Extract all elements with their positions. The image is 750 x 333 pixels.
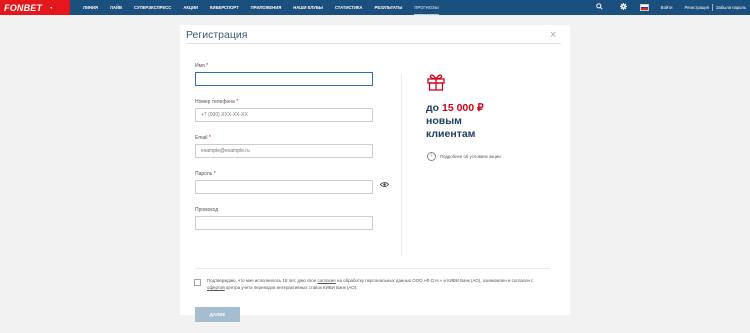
nav-item-live[interactable]: ЛАЙВ [110,0,122,15]
nav-item-promotions[interactable]: АКЦИИ [183,0,198,15]
required-mark: * [208,135,211,141]
register-link[interactable]: Регистрация [685,5,709,10]
show-password-icon[interactable] [379,181,390,190]
logo-text: FONBET [4,2,43,13]
name-label: Имя * [195,63,208,69]
nav-item-superexpress[interactable]: СУПЕРЭКСПРЕСС [134,0,171,15]
nav-item-statistics[interactable]: СТАТИСТИКА [335,0,363,15]
next-button[interactable]: ДАЛЕЕ [195,307,240,322]
nav-item-line[interactable]: ЛИНИЯ [83,0,98,15]
required-mark: * [206,63,209,69]
nav-item-esports[interactable]: КИБЕРСПОРТ [210,0,239,15]
consent-checkbox[interactable] [194,279,201,286]
nav-item-apps[interactable]: ПРИЛОЖЕНИЯ [251,0,282,15]
fonbet-logo[interactable]: FONBET ▾ [0,0,70,15]
forgot-password-link[interactable]: Забыли пароль [716,5,746,10]
promo-line-1: до 15 000 ₽ [426,102,484,115]
promocode-label: Промокод [195,207,218,213]
consent-link[interactable]: согласие [318,278,336,283]
form-divider [195,268,550,269]
promo-terms-text: Подробнее об условиях акции [440,154,501,159]
offer-link[interactable]: офертой [207,285,225,290]
promo-amount: 15 000 ₽ [442,102,484,114]
header-separator [712,4,713,11]
consent-text: Подтверждаю, что мне исполнилось 18 лет,… [207,277,547,291]
phone-label-text: Номер телефона [195,99,235,105]
vertical-divider [401,73,402,256]
chevron-down-icon: ▾ [50,5,53,10]
promo-line-3: клиентам [426,128,476,140]
search-icon[interactable] [594,3,606,12]
promo-terms-link[interactable]: i Подробнее об условиях акции [427,152,501,161]
consent-part-1: Подтверждаю, что мне исполнилось 18 лет,… [207,278,318,283]
required-mark: * [213,171,216,177]
password-label-text: Пароль [195,171,213,177]
password-label: Пароль * [195,171,216,177]
nav-item-clubs[interactable]: НАШИ КЛУБЫ [293,0,323,15]
promo-line-2: новым [426,115,462,127]
promo-text: до 15 000 ₽ новым клиентам [426,102,484,141]
email-label: Email * [195,135,211,141]
phone-label: Номер телефона * [195,99,238,105]
nav-item-predictions[interactable]: ПРОГНОЗЫ [414,0,439,15]
phone-field[interactable] [195,108,373,122]
gear-icon[interactable] [618,3,630,12]
email-field[interactable] [195,144,373,158]
name-label-text: Имя [195,63,205,69]
title-divider [186,43,561,44]
russia-flag-icon[interactable] [639,4,649,11]
gift-icon [426,71,446,91]
close-icon[interactable]: × [550,30,556,41]
password-field[interactable] [195,180,373,194]
promo-prefix: до [426,102,442,114]
consent-part-3: центра учета переводов интерактивных ста… [224,285,358,290]
login-link[interactable]: Войти [661,5,673,10]
info-icon: i [427,152,436,161]
page-title: Регистрация [186,29,248,41]
header-actions: Войти Регистрация Забыли пароль [582,0,750,15]
nav-item-results[interactable]: РЕЗУЛЬТАТЫ [375,0,403,15]
main-nav: ЛИНИЯ ЛАЙВ СУПЕРЭКСПРЕСС АКЦИИ КИБЕРСПОР… [83,0,451,15]
top-navigation-bar: FONBET ▾ ЛИНИЯ ЛАЙВ СУПЕРЭКСПРЕСС АКЦИИ … [0,0,750,15]
consent-part-2: на обработку персональных данных ООО «Ф.… [335,278,534,283]
email-label-text: Email [195,135,208,141]
promocode-label-text: Промокод [195,207,219,213]
name-field[interactable] [195,72,373,86]
promocode-field[interactable] [195,216,373,230]
registration-panel: Регистрация × Имя * Номер телефона * Ema… [180,25,570,322]
required-mark: * [236,99,239,105]
